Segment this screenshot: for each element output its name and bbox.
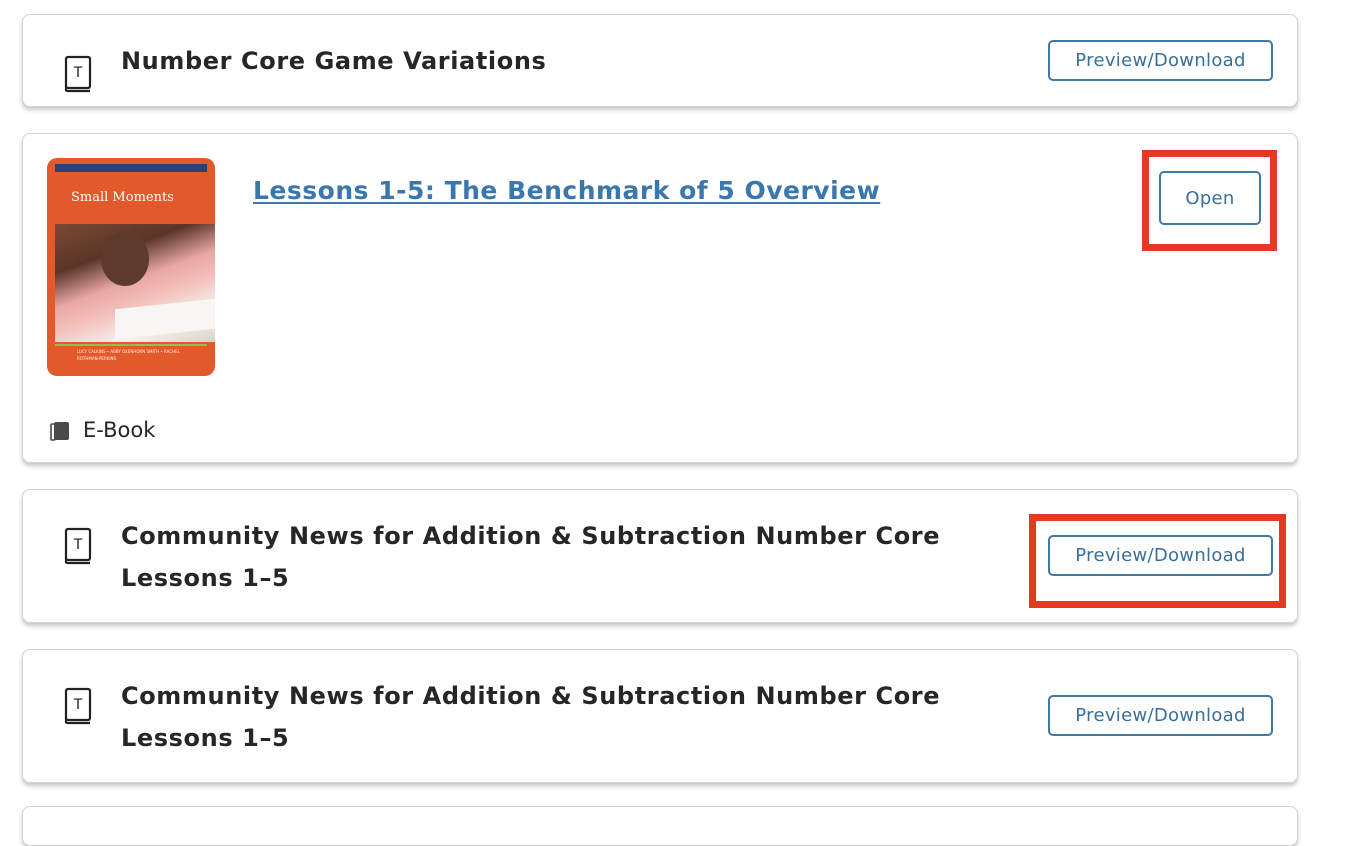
preview-download-button[interactable]: Preview/Download [1048, 40, 1273, 81]
teacher-guide-icon: T [64, 687, 92, 725]
cover-photo [55, 224, 215, 342]
resource-card-partial [22, 806, 1298, 846]
svg-text:T: T [73, 537, 83, 553]
cover-green-line [55, 344, 207, 346]
highlight-preview-download-button [1029, 514, 1286, 608]
ebook-icon [50, 422, 69, 441]
svg-text:T: T [73, 697, 83, 713]
resource-card-community-news-2: T Community News for Addition & Subtract… [22, 649, 1298, 783]
card-title-line-1: Community News for Addition & Subtractio… [121, 682, 941, 710]
svg-text:T: T [73, 65, 83, 81]
cover-paper [115, 298, 215, 340]
card-title-line-2: Lessons 1–5 [121, 564, 290, 592]
card-title-line-2: Lessons 1–5 [121, 724, 290, 752]
ebook-cover-image[interactable]: Small Moments LUCY CALKINS • ABBY OXENHO… [47, 158, 215, 376]
resource-card-game-variations: T Number Core Game Variations Preview/Do… [22, 14, 1298, 107]
ebook-title-link[interactable]: Lessons 1-5: The Benchmark of 5 Overview [253, 176, 880, 205]
card-title-line-1: Community News for Addition & Subtractio… [121, 522, 941, 550]
cover-title: Small Moments [71, 190, 174, 205]
child-face [101, 232, 149, 286]
teacher-guide-icon: T [64, 527, 92, 565]
resource-card-ebook: Small Moments LUCY CALKINS • ABBY OXENHO… [22, 133, 1298, 463]
resource-type-label: E-Book [83, 418, 156, 442]
highlight-open-button [1142, 150, 1277, 251]
teacher-guide-icon: T [64, 55, 92, 93]
card-title: Number Core Game Variations [121, 47, 547, 75]
cover-stripe [55, 164, 207, 172]
preview-download-button[interactable]: Preview/Download [1048, 695, 1273, 736]
cover-authors: LUCY CALKINS • ABBY OXENHORN SMITH • RAC… [77, 349, 180, 361]
